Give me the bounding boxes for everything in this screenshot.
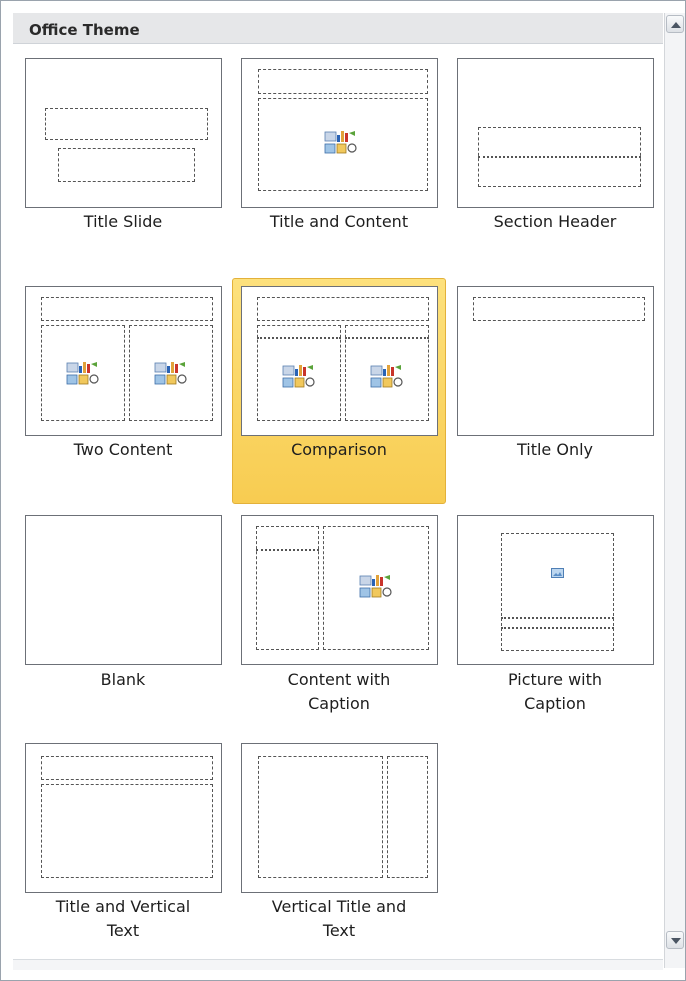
layout-label: Title Slide — [83, 212, 163, 231]
layout-vertical-title-and-text[interactable]: Vertical Title and Text — [232, 735, 446, 953]
arrow-down-icon — [671, 938, 681, 944]
content-placeholder-icon — [370, 365, 403, 388]
layout-thumbnail — [457, 515, 654, 665]
gallery-footer — [13, 959, 663, 970]
content-placeholder-icon — [154, 362, 187, 385]
scroll-down-button[interactable] — [666, 931, 684, 949]
layout-thumbnail — [25, 286, 222, 436]
layout-label: Blank — [100, 670, 146, 689]
layout-label: Vertical Title and Text — [271, 897, 407, 940]
layout-thumbnail — [457, 58, 654, 208]
layout-thumbnail — [25, 58, 222, 208]
layout-label: Title Only — [516, 440, 594, 459]
arrow-up-icon — [671, 22, 681, 28]
layout-thumbnail — [25, 743, 222, 893]
layout-label: Title and Vertical Text — [55, 897, 191, 940]
layout-label: Content with Caption — [287, 670, 391, 713]
layout-thumbnail — [241, 286, 438, 436]
layout-thumbnail — [25, 515, 222, 665]
layout-content-with-caption[interactable]: Content with Caption — [232, 507, 446, 735]
layout-two-content[interactable]: Two Content — [16, 278, 230, 504]
layout-label: Comparison — [291, 440, 387, 459]
layout-title-and-content[interactable]: Title and Content — [232, 50, 446, 245]
layout-label: Two Content — [73, 440, 173, 459]
layout-label: Section Header — [493, 212, 617, 231]
layout-thumbnail — [241, 743, 438, 893]
layout-section-header[interactable]: Section Header — [448, 50, 662, 245]
picture-placeholder-icon — [551, 568, 564, 578]
gallery-header: Office Theme — [13, 13, 663, 44]
layout-thumbnail — [241, 58, 438, 208]
layout-title-slide[interactable]: Title Slide — [16, 50, 230, 245]
content-placeholder-icon — [282, 365, 315, 388]
vertical-scrollbar[interactable] — [664, 13, 685, 968]
layout-title-and-vertical-text[interactable]: Title and Vertical Text — [16, 735, 230, 953]
slide-layout-gallery: Office Theme Title Slide Title and Conte… — [0, 0, 686, 981]
layout-title-only[interactable]: Title Only — [448, 278, 662, 504]
content-placeholder-icon — [66, 362, 99, 385]
layout-blank[interactable]: Blank — [16, 507, 230, 735]
layout-label: Picture with Caption — [507, 670, 603, 713]
scroll-up-button[interactable] — [666, 15, 684, 33]
layout-picture-with-caption[interactable]: Picture with Caption — [448, 507, 662, 735]
layout-label: Title and Content — [269, 212, 409, 231]
layout-thumbnail — [457, 286, 654, 436]
theme-title: Office Theme — [29, 21, 140, 39]
layout-thumbnail — [241, 515, 438, 665]
content-placeholder-icon — [324, 131, 357, 154]
content-placeholder-icon — [359, 575, 392, 598]
layout-comparison[interactable]: Comparison — [232, 278, 446, 504]
